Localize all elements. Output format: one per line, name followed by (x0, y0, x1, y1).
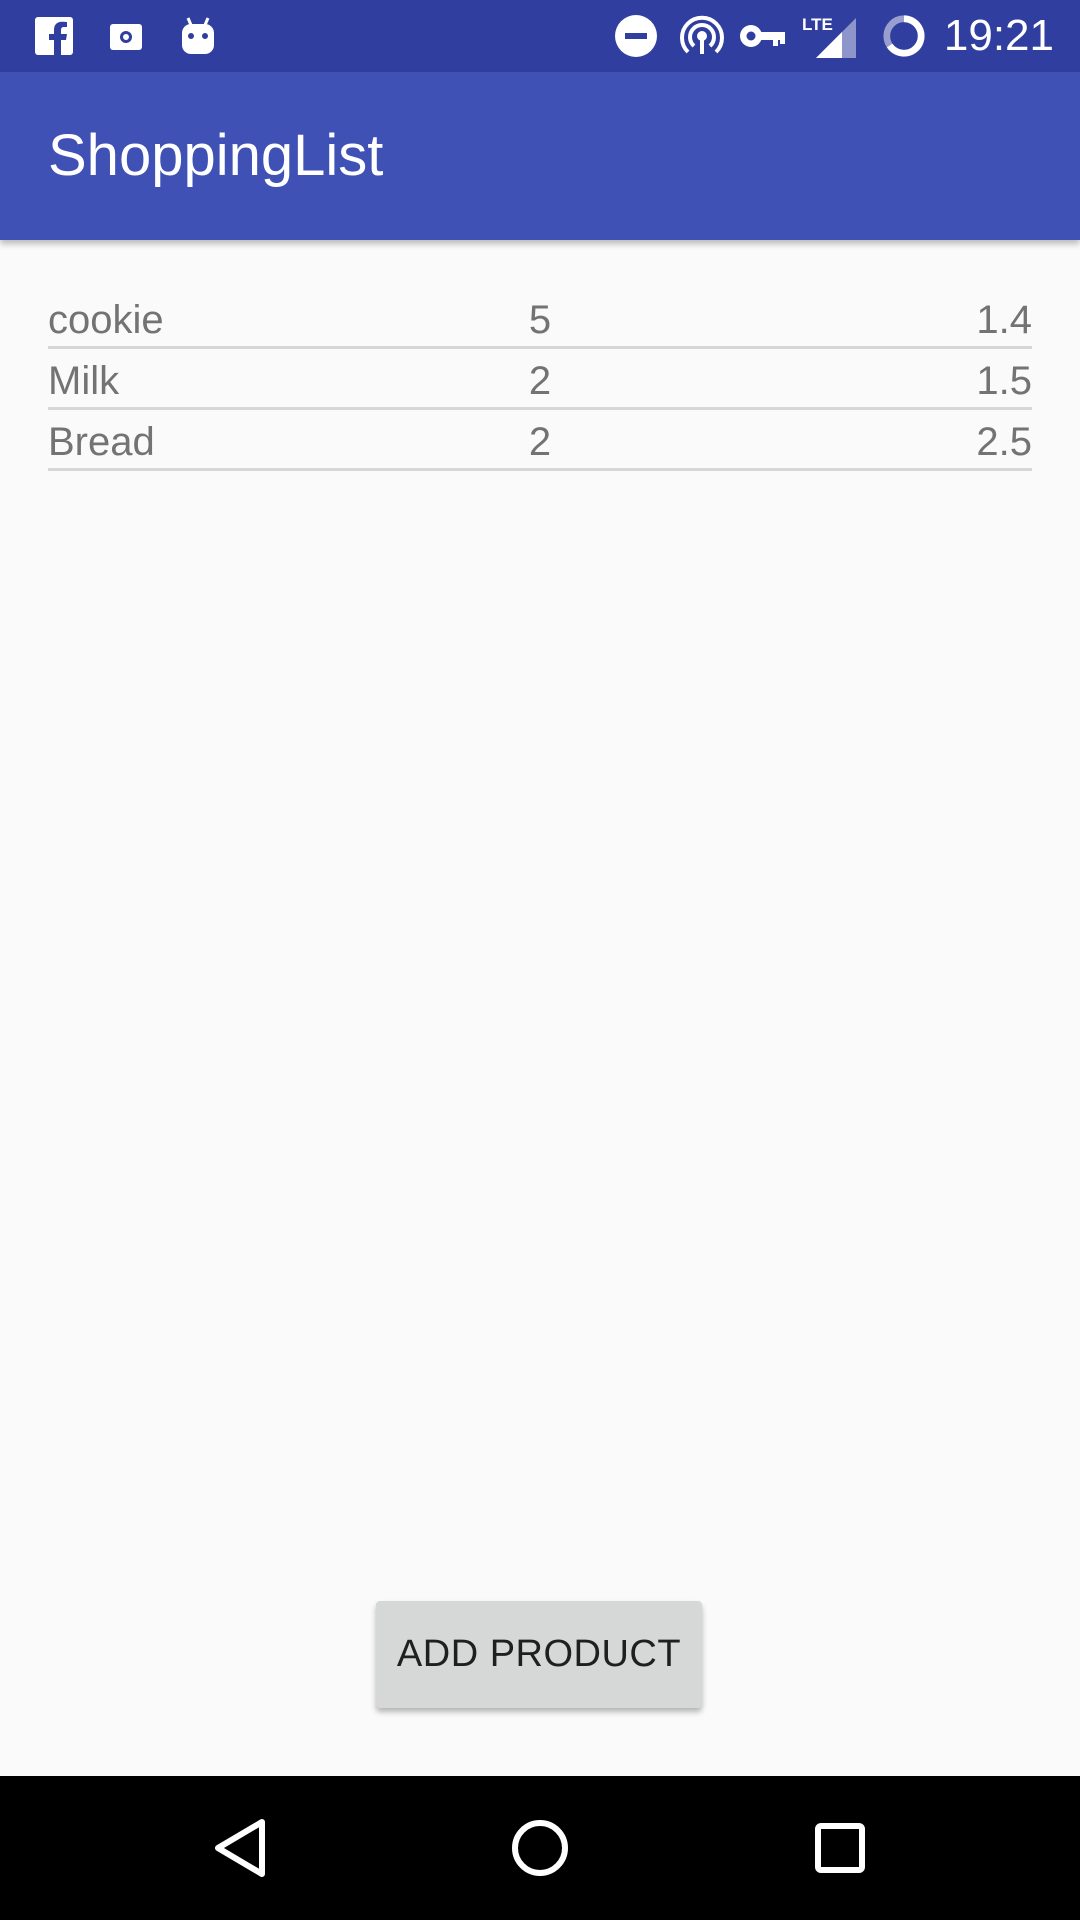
battery-charging-icon (882, 14, 926, 58)
facebook-icon (32, 14, 76, 58)
product-price: 1.5 (976, 359, 1032, 403)
add-product-button[interactable]: ADD PRODUCT (376, 1601, 702, 1708)
android-debug-icon (176, 14, 220, 58)
svg-text:LTE: LTE (802, 15, 833, 34)
status-time: 19:21 (943, 11, 1054, 60)
product-quantity: 2 (528, 420, 552, 464)
product-quantity: 5 (528, 298, 552, 342)
product-quantity: 2 (528, 359, 552, 403)
do-not-disturb-icon (614, 14, 658, 58)
app-title: ShoppingList (48, 123, 384, 188)
home-icon[interactable] (504, 1812, 576, 1884)
navigation-bar (0, 1776, 1080, 1920)
product-list: cookie 5 1.4 Milk 2 1.5 Bread 2 2.5 (48, 288, 1032, 471)
lte-signal-icon: LTE (802, 14, 858, 58)
list-item[interactable]: cookie 5 1.4 (48, 288, 1032, 349)
product-price: 2.5 (976, 420, 1032, 464)
recents-icon[interactable] (804, 1812, 876, 1884)
back-icon[interactable] (204, 1812, 276, 1884)
list-item[interactable]: Milk 2 1.5 (48, 349, 1032, 410)
product-price: 1.4 (976, 298, 1032, 342)
list-item[interactable]: Bread 2 2.5 (48, 410, 1032, 471)
hotspot-icon (680, 14, 724, 58)
camera-app-icon (104, 14, 148, 58)
screen: LTE 19:21 ShoppingList cookie 5 1.4 Milk… (0, 0, 1080, 1920)
status-bar: LTE 19:21 (0, 0, 1080, 72)
vpn-key-icon (738, 14, 788, 58)
app-bar: ShoppingList (0, 72, 1080, 240)
